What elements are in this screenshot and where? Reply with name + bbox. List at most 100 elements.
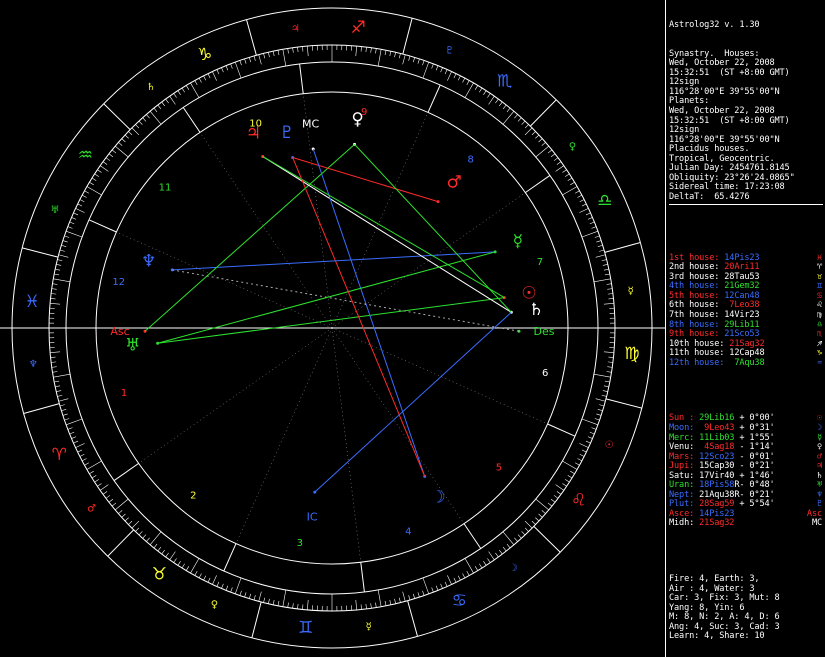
aspect-line: [172, 269, 520, 332]
degree-tick: [54, 273, 60, 276]
degree-tick: [65, 230, 83, 238]
degree-tick: [599, 404, 605, 407]
degree-tick: [487, 558, 491, 563]
aspect-line: [262, 156, 505, 299]
degree-tick: [488, 551, 495, 560]
aspect-line: [172, 251, 496, 271]
degree-tick: [596, 413, 602, 416]
planet-latitude: + 1°46': [739, 470, 775, 481]
aspect-line: [157, 251, 496, 344]
planet-marker-icon: ♄: [529, 300, 544, 320]
house-label: 8th house:: [669, 319, 720, 330]
planet-marker-icon: ☿: [513, 231, 523, 251]
house-value: 21Gem32: [724, 281, 760, 292]
sign-ruler-icon: ☽: [509, 563, 518, 574]
house-label: 9th house:: [669, 329, 720, 340]
degree-tick: [51, 361, 57, 363]
sign-ruler-icon: ♂: [87, 504, 96, 515]
degree-tick: [258, 54, 262, 65]
degree-tick: [591, 226, 597, 229]
degree-tick: [479, 87, 483, 93]
degree-tick: [408, 55, 411, 61]
degree-tick: [169, 551, 176, 560]
degree-tick: [56, 264, 62, 266]
house-cusp-tick: [299, 63, 304, 94]
planet-name: Merc:: [669, 432, 695, 443]
degree-tick: [165, 552, 169, 558]
degree-tick: [221, 583, 224, 589]
house-number: 6: [542, 368, 548, 379]
aspect-line: [314, 311, 512, 493]
degree-tick: [579, 199, 585, 203]
degree-tick: [422, 577, 430, 595]
house-label: 6th house:: [669, 300, 720, 311]
degree-tick: [81, 194, 87, 198]
degree-tick: [230, 587, 233, 593]
sign-ruler-icon: ☿: [628, 286, 634, 297]
planet-retrograde: [734, 518, 739, 528]
house-cusp-line: [331, 327, 362, 563]
sign-divider: [23, 403, 60, 414]
degree-tick: [138, 531, 143, 536]
degree-tick: [521, 120, 526, 125]
house-label: 10th house:: [669, 338, 725, 349]
house-cusp-tick: [463, 523, 482, 549]
degree-tick: [581, 418, 599, 426]
degree-tick: [589, 221, 595, 225]
degree-tick: [121, 513, 126, 518]
degree-tick: [81, 458, 87, 462]
planet-marker-icon: ♂: [447, 172, 462, 192]
header-line: DeltaT: 65.4276: [669, 191, 750, 202]
planet-marker-icon: MC: [302, 118, 319, 131]
degree-tick: [487, 93, 491, 98]
chart-wheel-panel: ♐ ♃ ♑ ♄ ♒ ♅ ♓ ♆ ♈ ♂ ♉ ♀ ♊ ☿ ♋ ☽ ♌ ☉ ♍ ☿ ♎ ♀ ♏ ♇ 1 2 3 4 5 6 7 8 9 10 11 12 ☉…: [0, 0, 665, 657]
zodiac-sign-icon: ♌: [571, 491, 586, 511]
degree-tick: [173, 93, 177, 98]
degree-tick: [149, 531, 162, 545]
degree-tick: [108, 153, 114, 158]
degree-tick: [422, 61, 430, 79]
degree-tick: [597, 408, 603, 412]
degree-tick: [225, 65, 229, 71]
degree-tick: [297, 47, 299, 53]
degree-tick: [547, 502, 553, 507]
planet-position: 4Sag18: [699, 442, 735, 453]
degree-tick: [67, 427, 73, 430]
degree-tick: [495, 552, 499, 558]
house-cusp-line: [331, 112, 429, 329]
degree-tick: [194, 570, 198, 576]
degree-tick: [562, 483, 567, 487]
degree-tick: [394, 598, 396, 604]
sign-ruler-icon: ♅: [50, 205, 59, 216]
degree-tick: [173, 558, 177, 563]
planet-position: 9Leo43: [699, 422, 735, 433]
degree-tick: [212, 71, 217, 81]
degree-tick: [142, 534, 147, 539]
degree-tick: [84, 462, 90, 466]
aspect-line: [292, 157, 426, 477]
degree-tick: [581, 203, 587, 207]
house-number: 11: [159, 182, 172, 193]
summary-line: Learn: 4, Share: 10: [669, 631, 765, 642]
degree-tick: [524, 127, 533, 136]
degree-tick: [553, 157, 559, 161]
degree-tick: [440, 583, 443, 589]
degree-tick: [253, 595, 256, 601]
sign-divider: [533, 526, 561, 553]
degree-tick: [360, 604, 362, 610]
planet-latitude: - 0°01': [739, 451, 775, 462]
degree-tick: [581, 449, 587, 453]
degree-tick: [94, 479, 100, 483]
aspect-line: [312, 148, 426, 477]
degree-tick: [55, 268, 61, 271]
degree-tick: [212, 575, 217, 585]
degree-tick: [161, 549, 165, 555]
degree-tick: [417, 592, 420, 598]
degree-tick: [59, 249, 65, 252]
degree-tick: [131, 127, 140, 136]
planet-latitude: + 1°55': [739, 432, 775, 443]
degree-tick: [105, 157, 111, 161]
degree-tick: [84, 190, 90, 194]
degree-tick: [194, 80, 198, 86]
sign-divider: [530, 99, 557, 127]
